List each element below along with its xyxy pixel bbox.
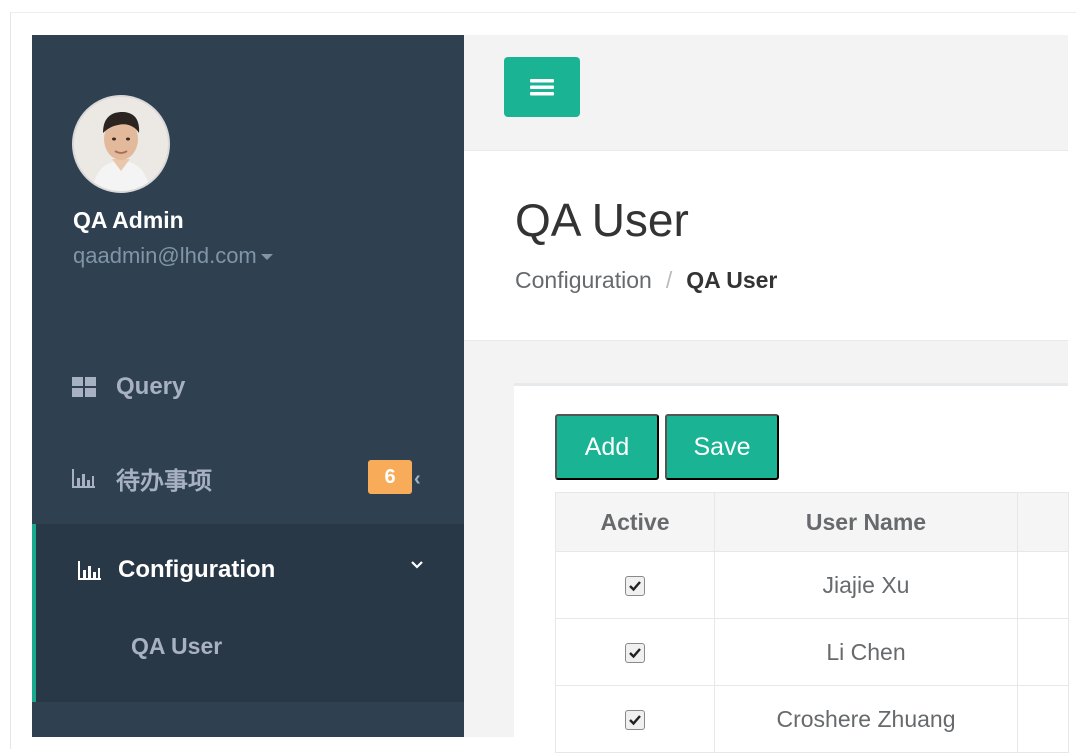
chevron-left-icon: ‹ <box>414 468 421 490</box>
chevron-down-icon <box>411 561 423 569</box>
table-header-row: Active User Name <box>555 492 1069 552</box>
checkmark-icon <box>629 581 641 592</box>
user-name-cell: Jiajie Xu <box>714 551 1018 619</box>
user-name-cell: Croshere Zhuang <box>714 685 1018 753</box>
profile-email: qaadmin@lhd.com <box>73 243 257 268</box>
user-name-cell: Li Chen <box>714 618 1018 686</box>
table-cell <box>1017 618 1069 686</box>
sidebar-item-label: Query <box>116 373 186 400</box>
breadcrumb-current: QA User <box>686 267 778 293</box>
table-row: Jiajie Xu <box>555 551 1069 619</box>
active-checkbox[interactable] <box>625 710 645 731</box>
checkmark-icon <box>629 715 641 726</box>
avatar-photo-icon <box>74 97 168 191</box>
avatar[interactable] <box>72 95 170 193</box>
column-header-active[interactable]: Active <box>555 492 715 552</box>
menu-toggle-button[interactable] <box>504 57 580 117</box>
sidebar-subitem-qa-user[interactable]: QA User <box>131 633 222 660</box>
active-cell <box>555 685 715 753</box>
column-header-truncated <box>1017 492 1069 552</box>
sidebar-item-configuration-header[interactable]: Configuration <box>36 524 464 616</box>
breadcrumb: Configuration / QA User <box>515 267 777 294</box>
hamburger-icon <box>530 79 554 96</box>
add-button[interactable]: Add <box>555 414 659 480</box>
bar-chart-icon <box>72 469 95 488</box>
table-row: Li Chen <box>555 618 1069 686</box>
sidebar-item-todo[interactable]: 待办事项 6 ‹ <box>32 432 464 524</box>
page-title: QA User <box>515 194 689 246</box>
qa-user-table: Active User Name Jiajie Xu Li Chen Crosh… <box>555 492 1069 753</box>
table-row: Croshere Zhuang <box>555 685 1069 753</box>
sidebar-item-query[interactable]: Query <box>32 341 464 433</box>
checkmark-icon <box>629 648 641 659</box>
table-cell <box>1017 551 1069 619</box>
table-cell <box>1017 685 1069 753</box>
breadcrumb-link-configuration[interactable]: Configuration <box>515 267 652 293</box>
notification-badge: 6 <box>368 460 412 494</box>
breadcrumb-separator: / <box>665 267 673 293</box>
save-button[interactable]: Save <box>665 414 779 480</box>
caret-down-icon <box>260 254 273 261</box>
column-header-user-name[interactable]: User Name <box>714 492 1018 552</box>
active-checkbox[interactable] <box>625 576 645 597</box>
sidebar-item-configuration: Configuration <box>32 524 464 702</box>
page-heading: QA User Configuration / QA User <box>464 151 1068 341</box>
active-checkbox[interactable] <box>625 643 645 664</box>
sidebar: QA Admin qaadmin@lhd.com Query 待办事项 6 ‹ <box>32 35 464 737</box>
top-navbar <box>464 35 1068 151</box>
grid-icon <box>72 377 96 397</box>
sidebar-item-label: 待办事项 <box>116 467 212 495</box>
active-cell <box>555 618 715 686</box>
profile-name: QA Admin <box>73 207 184 233</box>
active-cell <box>555 551 715 619</box>
sidebar-item-label: Configuration <box>118 556 276 583</box>
bar-chart-icon <box>78 561 101 580</box>
profile-email-dropdown[interactable]: qaadmin@lhd.com <box>73 243 273 269</box>
